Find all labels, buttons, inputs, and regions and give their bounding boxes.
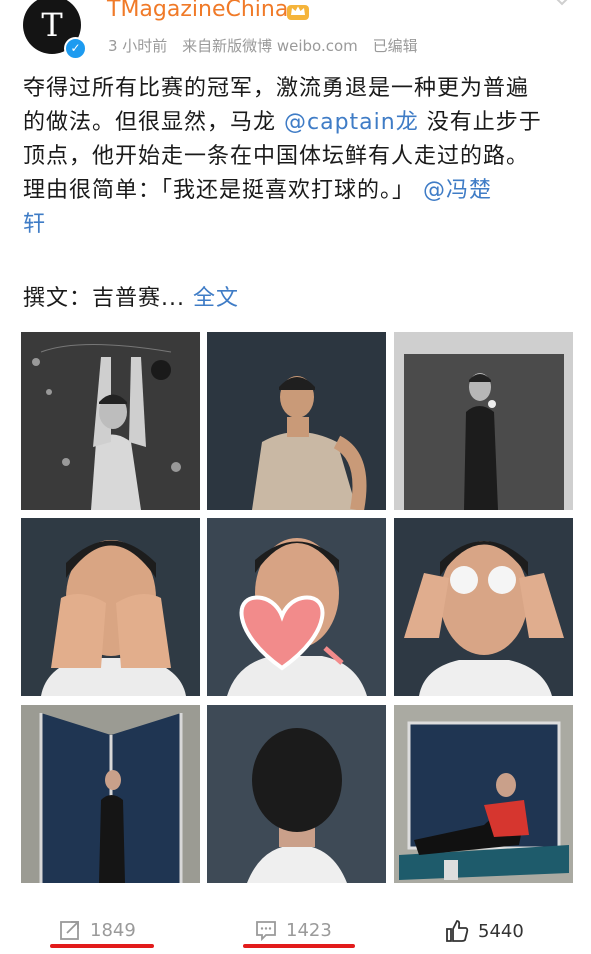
post-text: 夺得过所有比赛的冠军，激流勇退是一种更为普遍 的做法。但很显然，马龙 @capt… (23, 72, 573, 242)
like-button[interactable]: 5440 (444, 918, 524, 944)
full-text-link[interactable]: 全文 (193, 286, 239, 311)
post-line: 的做法。但很显然，马龙 @captain龙 没有止步于 (23, 106, 573, 140)
photo-thumbnail[interactable] (207, 332, 386, 510)
chevron-down-icon[interactable] (548, 0, 576, 14)
photo-blue-panels (21, 705, 200, 883)
photo-lying-on-table (394, 705, 573, 883)
comment-icon (256, 921, 276, 942)
photo-back-of-head (207, 705, 386, 883)
photo-thumbnail[interactable] (394, 705, 573, 883)
photo-covering-eyes (21, 518, 200, 696)
edited-label[interactable]: 已编辑 (373, 37, 418, 55)
photo-thumbnail[interactable] (21, 518, 200, 696)
text-segment: 没有止步于 (418, 110, 542, 135)
photo-knit-vest (207, 332, 386, 510)
post-line: 夺得过所有比赛的冠军，激流勇退是一种更为普遍 (23, 72, 573, 106)
text-segment: 的做法。但很显然，马龙 (23, 110, 284, 135)
username[interactable]: TMagazineChina (107, 0, 288, 22)
like-count: 5440 (478, 920, 524, 942)
thumbs-up-icon (446, 920, 469, 942)
mention-link[interactable]: @captain龙 (284, 110, 419, 135)
byline: 撰文：吉普赛... 全文 (23, 282, 239, 316)
photo-thumbnail[interactable] (207, 705, 386, 883)
photo-heart-sticker (207, 518, 386, 696)
photo-ping-pong-eyes (394, 518, 573, 696)
photo-studio-jacket (394, 332, 573, 510)
text-segment: 顶点，他开始走一条在中国体坛鲜有人走过的路。 (23, 144, 530, 169)
photo-thumbnail[interactable] (21, 705, 200, 883)
repost-count: 1849 (90, 919, 136, 941)
photo-thumbnail[interactable] (394, 518, 573, 696)
photo-grid (21, 332, 573, 884)
repost-icon (60, 921, 79, 940)
byline-text: 撰文：吉普赛... (23, 286, 185, 311)
comment-count: 1423 (286, 919, 332, 941)
post-line: 理由很简单：「我还是挺喜欢打球的。」 @冯楚 (23, 174, 573, 208)
post-source[interactable]: 来自新版微博 weibo.com (182, 37, 358, 55)
text-segment: 理由很简单：「我还是挺喜欢打球的。」 (23, 178, 423, 203)
repost-button[interactable]: 1849 (58, 918, 136, 942)
verified-badge-icon: ✓ (64, 37, 87, 60)
action-bar: 1849 1423 5440 (0, 908, 591, 954)
post-time: 3 小时前 (108, 37, 168, 55)
photo-bw-juggling (21, 332, 200, 510)
photo-thumbnail[interactable] (21, 332, 200, 510)
text-segment: 夺得过所有比赛的冠军，激流勇退是一种更为普遍 (23, 76, 530, 101)
mention-link[interactable]: @冯楚 (423, 178, 492, 203)
crown-member-icon[interactable] (287, 2, 309, 20)
post-header: T ✓ TMagazineChina 3 小时前 来自新版微博 weibo.co… (0, 0, 591, 70)
photo-thumbnail[interactable] (394, 332, 573, 510)
mention-link[interactable]: 轩 (23, 212, 46, 237)
post-meta: 3 小时前 来自新版微博 weibo.com 已编辑 (108, 35, 428, 56)
post-line: 顶点，他开始走一条在中国体坛鲜有人走过的路。 (23, 140, 573, 174)
comment-button[interactable]: 1423 (254, 918, 332, 942)
avatar-letter: T (41, 6, 63, 44)
red-underline-repost (50, 944, 154, 948)
photo-thumbnail[interactable] (207, 518, 386, 696)
red-underline-comment (243, 944, 355, 948)
post-line: 轩 (23, 208, 573, 242)
